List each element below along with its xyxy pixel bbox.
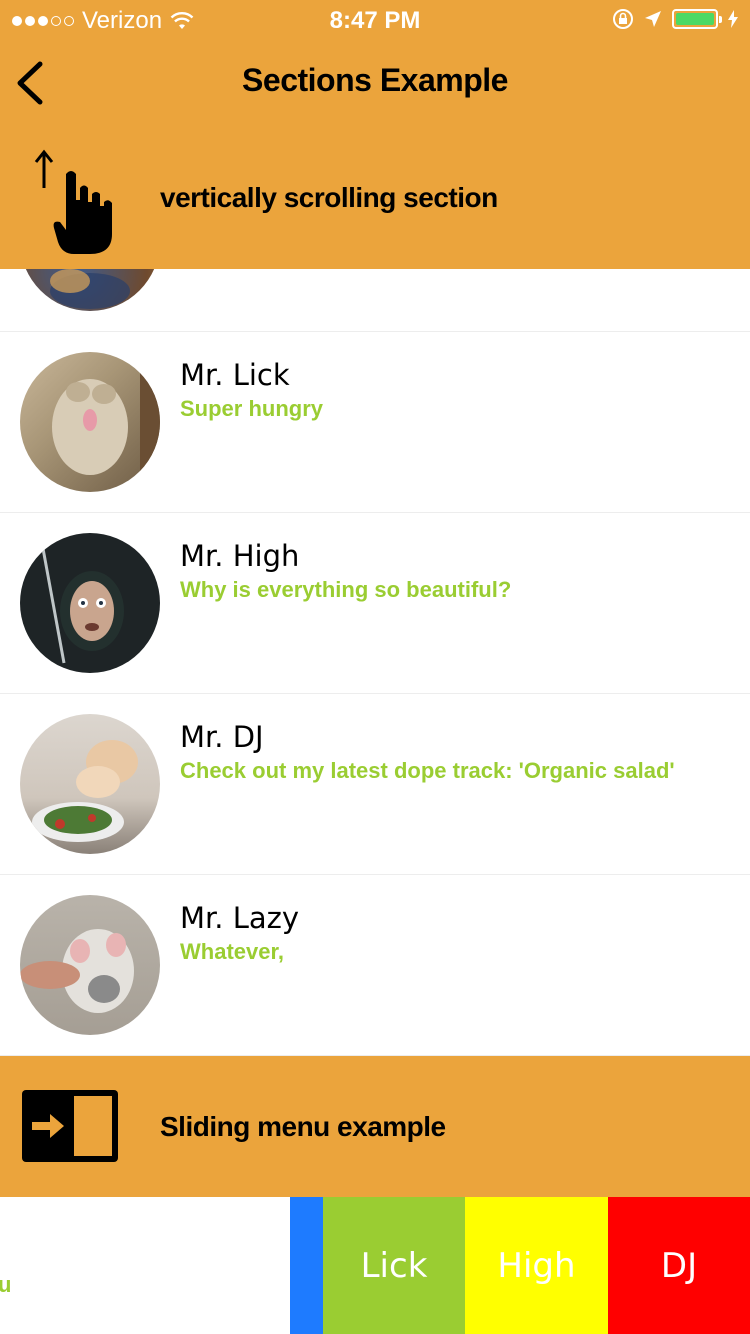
- list-item[interactable]: Mr. DJ Check out my latest dope track: '…: [0, 694, 750, 875]
- swipe-action-dj-button[interactable]: DJ: [608, 1197, 750, 1334]
- page-title: Sections Example: [242, 62, 508, 98]
- avatar-image: [50, 269, 130, 309]
- swipeable-row[interactable]: u Lick High DJ: [0, 1197, 750, 1334]
- contact-name: Mr. Lick: [180, 358, 290, 392]
- avatar-image: [20, 929, 134, 1013]
- contact-list[interactable]: Mr. Lick Super hungry Mr. High Why is ev…: [0, 269, 750, 1056]
- section-title: vertically scrolling section: [160, 182, 498, 213]
- contact-status: u: [0, 1272, 12, 1297]
- status-right: [612, 8, 738, 30]
- contact-name: Mr. High: [180, 539, 300, 573]
- battery-icon: [672, 9, 722, 29]
- avatar: [20, 533, 160, 673]
- avatar: [20, 714, 160, 854]
- status-bar: Verizon 8:47 PM: [0, 0, 750, 40]
- battery-tip: [719, 16, 722, 23]
- sliding-menu-icon: [22, 1090, 118, 1162]
- rotation-lock-icon: [613, 9, 633, 29]
- navigation-bar: Sections Example: [0, 40, 750, 130]
- swipe-row-content[interactable]: u: [0, 1197, 290, 1334]
- charging-bolt-icon: [728, 10, 738, 28]
- swipe-action-label: DJ: [660, 1245, 698, 1286]
- avatar-image: [52, 352, 160, 492]
- vertical-section-header: vertically scrolling section: [0, 130, 750, 269]
- battery-fill: [676, 13, 714, 25]
- avatar-image: [32, 740, 138, 842]
- contact-status: Why is everything so beautiful?: [180, 577, 512, 602]
- location-arrow-icon: [645, 11, 661, 27]
- swipe-action-high-button[interactable]: High: [465, 1197, 608, 1334]
- sliding-menu-header: Sliding menu example: [0, 1056, 750, 1197]
- swipe-up-hand-icon: [34, 149, 112, 254]
- contact-status: Check out my latest dope track: 'Organic…: [180, 758, 675, 783]
- contact-name: Mr. Lazy: [180, 901, 300, 935]
- sliding-menu-title: Sliding menu example: [160, 1111, 446, 1142]
- list-item[interactable]: Mr. High Why is everything so beautiful?: [0, 513, 750, 694]
- swipe-action-label: Lick: [360, 1245, 428, 1286]
- contact-status: Super hungry: [180, 396, 324, 421]
- avatar-image: [40, 542, 124, 664]
- avatar: [20, 269, 160, 311]
- swipe-action-label: High: [497, 1245, 576, 1286]
- list-item[interactable]: Mr. Lick Super hungry: [0, 332, 750, 513]
- list-item[interactable]: [0, 269, 750, 332]
- list-item[interactable]: Mr. Lazy Whatever,: [0, 875, 750, 1056]
- swipe-action-lick-button[interactable]: Lick: [323, 1197, 465, 1334]
- swipe-action-blue-button[interactable]: [290, 1197, 323, 1334]
- avatar: [20, 895, 160, 1035]
- contact-status: Whatever,: [180, 939, 284, 964]
- avatar: [20, 352, 160, 492]
- contact-name: Mr. DJ: [180, 720, 264, 754]
